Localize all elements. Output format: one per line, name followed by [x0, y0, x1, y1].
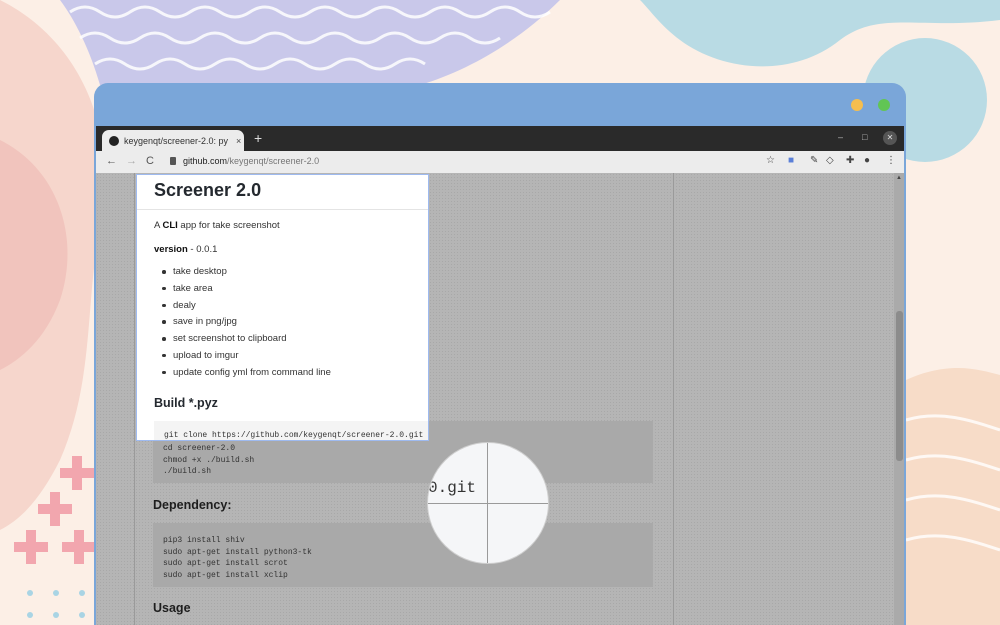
star-icon[interactable]: ☆: [766, 155, 775, 167]
tab-close-icon[interactable]: ×: [236, 136, 241, 146]
window-titlebar[interactable]: [94, 83, 906, 126]
back-arrow-icon[interactable]: ←: [106, 155, 117, 167]
build-heading: Build *.pyz: [154, 396, 218, 410]
build-code-line: ./build.sh: [163, 467, 212, 476]
list-item: update config yml from command line: [162, 367, 331, 384]
translate-icon[interactable]: ■: [788, 155, 794, 167]
minimize-dot-icon[interactable]: [851, 99, 863, 111]
dependency-code-line: sudo apt-get install python3-tk: [163, 547, 312, 557]
usage-heading: Usage: [153, 601, 191, 615]
build-code-first-line: git clone https://github.com/keygenqt/sc…: [154, 421, 428, 440]
window-maximize-button[interactable]: □: [862, 132, 867, 142]
list-item: take area: [162, 283, 331, 300]
readme-version: version - 0.0.1: [154, 244, 217, 255]
tab-title: keygenqt/screener-2.0: py: [124, 135, 229, 146]
description-bold: CLI: [162, 220, 178, 231]
feature-list: take desktop take area dealy save in png…: [162, 266, 331, 384]
maximize-dot-icon[interactable]: [878, 99, 890, 111]
guide-line-left: [134, 173, 135, 625]
scroll-up-arrow-icon[interactable]: ▲: [896, 175, 902, 181]
reload-icon[interactable]: C: [146, 155, 154, 167]
new-tab-button[interactable]: +: [254, 131, 262, 145]
shield-icon[interactable]: ◇: [826, 155, 834, 167]
capture-selection-area[interactable]: Screener 2.0 A CLI app for take screensh…: [136, 174, 429, 441]
browser-toolbar: ← → C github.com/keygenqt/screener-2.0 ☆…: [96, 151, 904, 173]
address-bar[interactable]: github.com/keygenqt/screener-2.0: [183, 156, 319, 166]
title-divider: [137, 209, 428, 210]
list-item: upload to imgur: [162, 350, 331, 367]
list-item: take desktop: [162, 266, 331, 283]
scrollbar-thumb[interactable]: [896, 311, 903, 461]
puzzle-icon[interactable]: ✚: [846, 155, 854, 167]
crosshair-vertical: [487, 443, 488, 563]
magnifier-text: 0.git: [428, 479, 477, 497]
window-minimize-button[interactable]: –: [838, 132, 843, 142]
forward-arrow-icon[interactable]: →: [126, 155, 137, 167]
tab-strip: keygenqt/screener-2.0: py × + – □ ✕: [96, 126, 904, 151]
lock-icon: [170, 157, 176, 165]
dependency-code-block: pip3 install shiv sudo apt-get install p…: [153, 523, 653, 587]
crosshair-horizontal: [428, 503, 548, 504]
list-item: set screenshot to clipboard: [162, 333, 331, 350]
scrollbar[interactable]: ▲: [894, 173, 904, 625]
dependency-code-line: pip3 install shiv: [163, 536, 245, 545]
magnifier-loupe: 0.git: [428, 443, 548, 563]
window-close-button[interactable]: ✕: [883, 131, 897, 145]
dependency-code-line: sudo apt-get install xclip: [163, 570, 288, 580]
version-value: - 0.0.1: [187, 244, 218, 255]
menu-icon[interactable]: ⋮: [886, 155, 896, 167]
extension-icon[interactable]: ✎: [810, 155, 818, 167]
dependency-heading: Dependency:: [153, 498, 232, 512]
github-icon: [109, 135, 119, 146]
build-code-line: chmod +x ./build.sh: [163, 455, 255, 465]
readme-title: Screener 2.0: [154, 180, 262, 200]
list-item: save in png/jpg: [162, 316, 331, 333]
version-label: version: [154, 244, 188, 255]
profile-icon[interactable]: ●: [864, 155, 870, 167]
readme-description: A CLI app for take screenshot: [154, 220, 280, 231]
url-host: github.com: [183, 156, 228, 166]
description-suffix: app for take screenshot: [177, 220, 280, 231]
build-code-line: cd screener-2.0: [163, 444, 236, 453]
url-path: /keygenqt/screener-2.0: [227, 156, 320, 166]
browser-tab[interactable]: keygenqt/screener-2.0: py ×: [102, 130, 244, 151]
dependency-code-line: sudo apt-get install scrot: [163, 559, 288, 568]
list-item: dealy: [162, 300, 331, 317]
guide-line-right: [673, 173, 674, 625]
